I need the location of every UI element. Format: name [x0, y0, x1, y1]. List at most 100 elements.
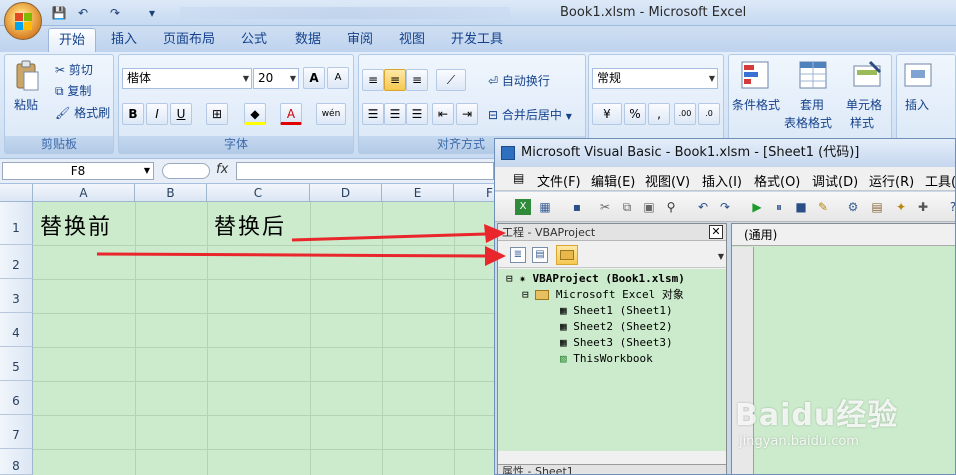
- tab-insert[interactable]: 插入: [104, 28, 144, 52]
- decrease-decimal-button[interactable]: .0: [698, 103, 720, 125]
- stop-icon[interactable]: ■: [793, 199, 809, 215]
- menu-file[interactable]: 文件(F): [537, 171, 581, 190]
- formula-bar-expand[interactable]: [162, 163, 210, 179]
- tab-formulas[interactable]: 公式: [234, 28, 274, 52]
- copy-icon[interactable]: ⧉: [619, 199, 635, 215]
- find-icon[interactable]: ⚲: [663, 199, 679, 215]
- undo-icon[interactable]: ↶: [695, 199, 711, 215]
- redo-icon[interactable]: ↷: [717, 199, 733, 215]
- view-code-icon[interactable]: ≣: [510, 247, 526, 263]
- tab-data[interactable]: 数据: [288, 28, 328, 52]
- view-object-icon[interactable]: ▤: [532, 247, 548, 263]
- tab-developer[interactable]: 开发工具: [444, 28, 510, 52]
- save-icon[interactable]: ▪: [569, 199, 585, 215]
- orientation-button[interactable]: ⟋: [436, 69, 466, 91]
- phonetic-button[interactable]: wén: [316, 103, 346, 125]
- underline-button[interactable]: U: [170, 103, 192, 125]
- design-mode-icon[interactable]: ✎: [815, 199, 831, 215]
- cut-icon[interactable]: ✂: [597, 199, 613, 215]
- name-box[interactable]: F8 ▼: [2, 162, 154, 180]
- comma-button[interactable]: ,: [648, 103, 670, 125]
- tab-view[interactable]: 视图: [392, 28, 432, 52]
- column-header-e[interactable]: E: [382, 184, 454, 202]
- copy-button[interactable]: ⧉ 复制: [55, 82, 91, 99]
- pause-icon[interactable]: ⏸: [771, 199, 787, 215]
- cell-a1[interactable]: 替换前: [40, 209, 112, 241]
- undo-icon[interactable]: ↶: [74, 4, 92, 22]
- insert-module-icon[interactable]: ▦: [537, 199, 553, 215]
- menu-insert[interactable]: 插入(I): [702, 171, 742, 190]
- tab-review[interactable]: 审阅: [340, 28, 380, 52]
- column-header-a[interactable]: A: [33, 184, 135, 202]
- tab-home[interactable]: 开始: [48, 28, 96, 52]
- insert-function-button[interactable]: fx: [216, 162, 228, 177]
- row-header-4[interactable]: 4: [0, 313, 33, 347]
- wrap-text-button[interactable]: ⏎ 自动换行: [488, 72, 550, 89]
- align-center-button[interactable]: ☰: [384, 103, 406, 125]
- row-header-6[interactable]: 6: [0, 381, 33, 415]
- menu-view[interactable]: 视图(V): [645, 171, 690, 190]
- toggle-folders-icon[interactable]: [556, 245, 578, 265]
- paste-icon[interactable]: ▣: [641, 199, 657, 215]
- object-combo[interactable]: (通用): [732, 224, 955, 246]
- table-format-button[interactable]: 套用: [800, 96, 824, 113]
- align-top-button[interactable]: ≡: [362, 69, 384, 91]
- menu-run[interactable]: 运行(R): [869, 171, 914, 190]
- conditional-format-button[interactable]: 条件格式: [732, 96, 780, 113]
- font-name-combo[interactable]: 楷体 ▼: [122, 68, 252, 89]
- row-header-2[interactable]: 2: [0, 245, 33, 279]
- paste-button[interactable]: 粘贴: [14, 96, 38, 113]
- number-format-combo[interactable]: 常规 ▼: [592, 68, 718, 89]
- excel-view-icon[interactable]: X: [515, 199, 531, 215]
- align-middle-button[interactable]: ≡: [384, 69, 406, 91]
- object-browser-icon[interactable]: ✦: [893, 199, 909, 215]
- increase-indent-button[interactable]: ⇥: [456, 103, 478, 125]
- increase-decimal-button[interactable]: .00: [674, 103, 696, 125]
- tree-item-thisworkbook[interactable]: ▧ ThisWorkbook: [560, 351, 653, 367]
- customize-qat-icon[interactable]: ▾: [146, 4, 158, 22]
- row-header-3[interactable]: 3: [0, 279, 33, 313]
- cell-c1[interactable]: 替换后: [214, 209, 286, 241]
- column-header-d[interactable]: D: [310, 184, 382, 202]
- toolbox-icon[interactable]: ✚: [915, 199, 931, 215]
- tree-item-sheet1[interactable]: ▦ Sheet1 (Sheet1): [560, 303, 673, 319]
- menu-debug[interactable]: 调试(D): [812, 171, 858, 190]
- row-header-5[interactable]: 5: [0, 347, 33, 381]
- formula-input[interactable]: [236, 162, 494, 180]
- currency-button[interactable]: ¥: [592, 103, 622, 125]
- row-header-1[interactable]: 1: [0, 202, 33, 245]
- menu-edit[interactable]: 编辑(E): [591, 171, 635, 190]
- font-color-button[interactable]: A: [280, 103, 302, 125]
- office-button[interactable]: [4, 2, 42, 40]
- cell-styles-button-line2[interactable]: 样式: [850, 114, 874, 131]
- properties-icon[interactable]: ▤: [869, 199, 885, 215]
- bold-button[interactable]: B: [122, 103, 144, 125]
- menu-format[interactable]: 格式(O): [754, 171, 800, 190]
- row-header-8[interactable]: 8: [0, 449, 33, 475]
- merge-center-button[interactable]: ⊟ 合并后居中 ▼: [488, 106, 572, 123]
- close-icon[interactable]: ✕: [709, 225, 723, 239]
- run-icon[interactable]: ▶: [749, 199, 765, 215]
- shrink-font-button[interactable]: A: [327, 67, 349, 89]
- redo-icon[interactable]: ↷: [106, 4, 124, 22]
- tree-root-vbaproject[interactable]: ⊟ ✷ VBAProject (Book1.xlsm): [506, 271, 685, 287]
- select-all-corner[interactable]: [0, 184, 33, 202]
- help-icon[interactable]: ?: [945, 199, 955, 215]
- tree-folder-excel-objects[interactable]: ⊟ Microsoft Excel 对象: [522, 287, 684, 303]
- paste-icon[interactable]: [14, 60, 40, 92]
- percent-button[interactable]: %: [624, 103, 646, 125]
- italic-button[interactable]: I: [146, 103, 168, 125]
- cut-button[interactable]: ✂ 剪切: [55, 61, 93, 78]
- save-icon[interactable]: 💾: [50, 4, 68, 22]
- border-button[interactable]: ⊞: [206, 103, 228, 125]
- format-painter-button[interactable]: 🖌 格式刷: [55, 104, 110, 121]
- tree-item-sheet3[interactable]: ▦ Sheet3 (Sheet3): [560, 335, 673, 351]
- fill-color-button[interactable]: ◆: [244, 103, 266, 125]
- font-size-combo[interactable]: 20 ▼: [253, 68, 299, 89]
- align-left-button[interactable]: ☰: [362, 103, 384, 125]
- tree-item-sheet2[interactable]: ▦ Sheet2 (Sheet2): [560, 319, 673, 335]
- insert-cells-button[interactable]: 插入: [905, 96, 929, 113]
- table-format-button-line2[interactable]: 表格格式: [784, 114, 832, 131]
- grow-font-button[interactable]: A: [303, 67, 325, 89]
- cell-styles-button[interactable]: 单元格: [846, 96, 882, 113]
